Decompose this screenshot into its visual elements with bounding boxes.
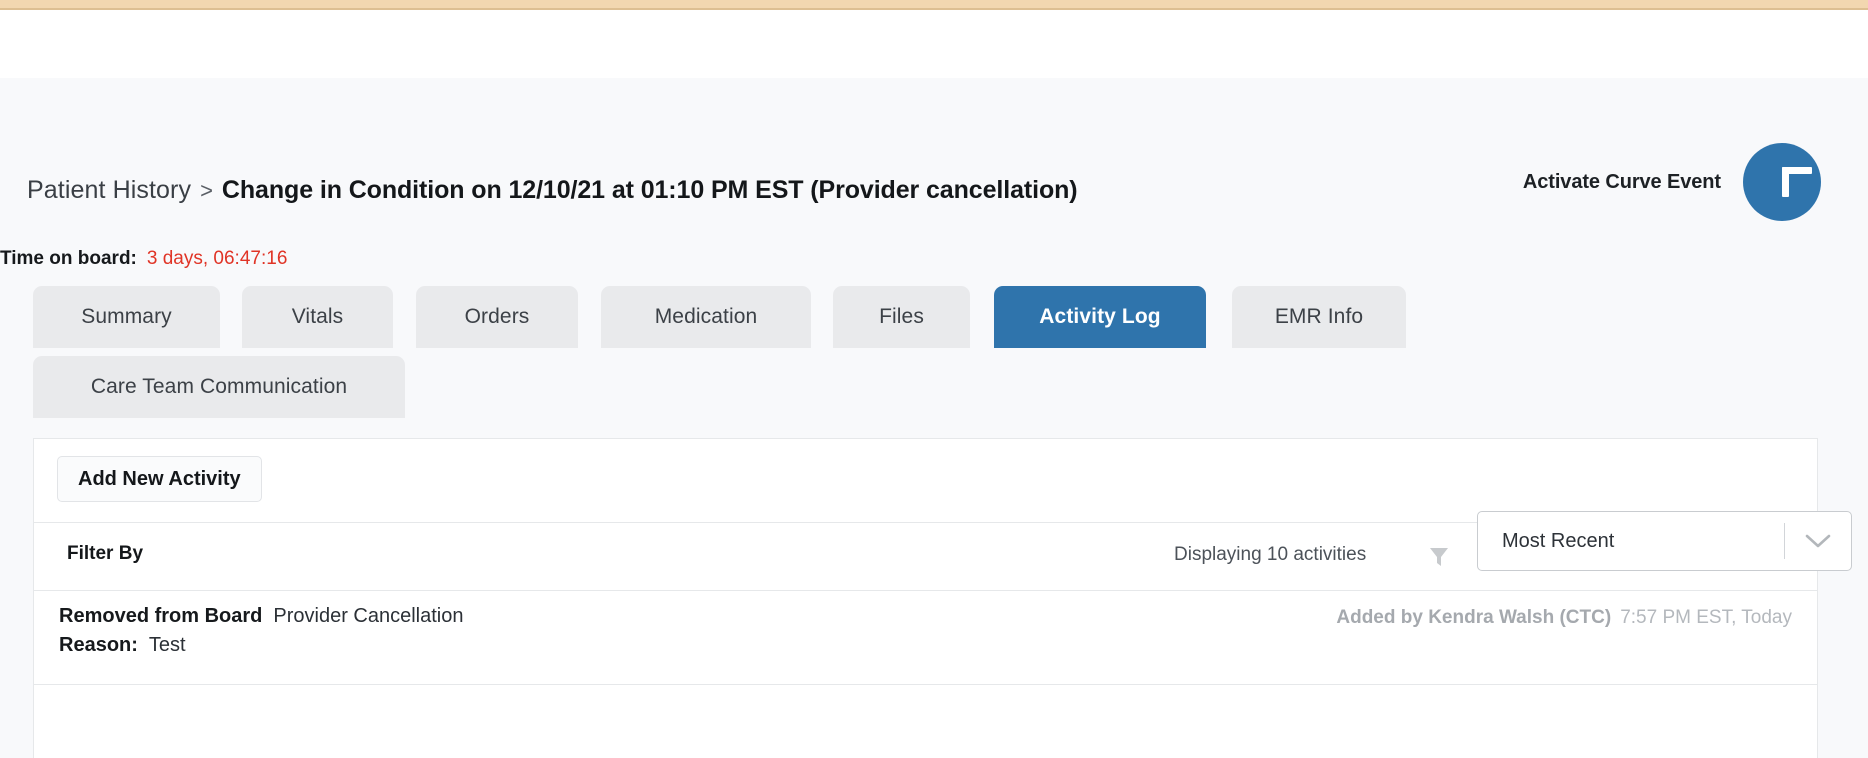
breadcrumb-current-page: Change in Condition on 12/10/21 at 01:10… bbox=[221, 176, 1078, 204]
time-on-board-label: Time on board: bbox=[0, 248, 137, 269]
tab-files[interactable]: Files bbox=[833, 286, 970, 348]
activity-row[interactable]: Removed from Board Provider Cancellation… bbox=[34, 591, 1817, 685]
tab-summary[interactable]: Summary bbox=[33, 286, 220, 348]
top-accent-bar bbox=[0, 0, 1868, 8]
activity-row-details: Removed from Board Provider Cancellation… bbox=[59, 605, 463, 657]
activity-author: Added by Kendra Walsh (CTC) bbox=[1336, 607, 1612, 628]
tab-activity-log[interactable]: Activity Log bbox=[994, 286, 1206, 348]
activate-curve-event-group: Activate Curve Event bbox=[1523, 143, 1821, 221]
displaying-count-label: Displaying 10 activities bbox=[1174, 544, 1367, 565]
header-band bbox=[0, 10, 1868, 78]
activity-title: Removed from Board bbox=[59, 605, 263, 627]
time-on-board: Time on board: 3 days, 06:47:16 bbox=[0, 248, 287, 270]
breadcrumb-separator-icon: > bbox=[200, 178, 213, 203]
filter-by-label: Filter By bbox=[67, 543, 144, 564]
patient-history-page: Patient History > Change in Condition on… bbox=[0, 0, 1868, 758]
tab-emr-info[interactable]: EMR Info bbox=[1232, 286, 1406, 348]
activity-row-line-2: Reason: Test bbox=[59, 634, 463, 657]
activity-log-panel: Add New Activity Filter By Displaying 10… bbox=[33, 438, 1852, 758]
breadcrumb-patient-history-link[interactable]: Patient History bbox=[27, 176, 191, 205]
sort-order-select[interactable]: Most Recent bbox=[1477, 511, 1852, 571]
activity-row-meta: Added by Kendra Walsh (CTC) 7:57 PM EST,… bbox=[1336, 607, 1792, 629]
tab-orders[interactable]: Orders bbox=[416, 286, 578, 348]
add-new-activity-button[interactable]: Add New Activity bbox=[57, 456, 262, 502]
plus-icon bbox=[1767, 167, 1812, 197]
activity-subject: Provider Cancellation bbox=[273, 605, 464, 627]
activity-reason-value: Test bbox=[148, 634, 186, 656]
filter-toolbar: Filter By Displaying 10 activities Most … bbox=[34, 511, 1852, 591]
activity-row-line-1: Removed from Board Provider Cancellation bbox=[59, 605, 463, 628]
tab-vitals[interactable]: Vitals bbox=[242, 286, 393, 348]
tab-care-team-communication[interactable]: Care Team Communication bbox=[33, 356, 405, 418]
time-on-board-value: 3 days, 06:47:16 bbox=[146, 248, 288, 269]
breadcrumb: Patient History > Change in Condition on… bbox=[27, 176, 1078, 205]
funnel-icon[interactable] bbox=[1429, 546, 1449, 568]
activity-timestamp: 7:57 PM EST, Today bbox=[1620, 607, 1792, 628]
activate-curve-event-label: Activate Curve Event bbox=[1522, 170, 1721, 193]
activate-curve-event-button[interactable] bbox=[1743, 143, 1821, 221]
tab-medication[interactable]: Medication bbox=[601, 286, 811, 348]
chevron-down-icon[interactable] bbox=[1785, 533, 1851, 549]
activity-reason-label: Reason: bbox=[59, 634, 138, 656]
tab-strip: Summary Vitals Orders Medication Files A… bbox=[0, 286, 1868, 434]
sort-order-value: Most Recent bbox=[1502, 529, 1615, 552]
